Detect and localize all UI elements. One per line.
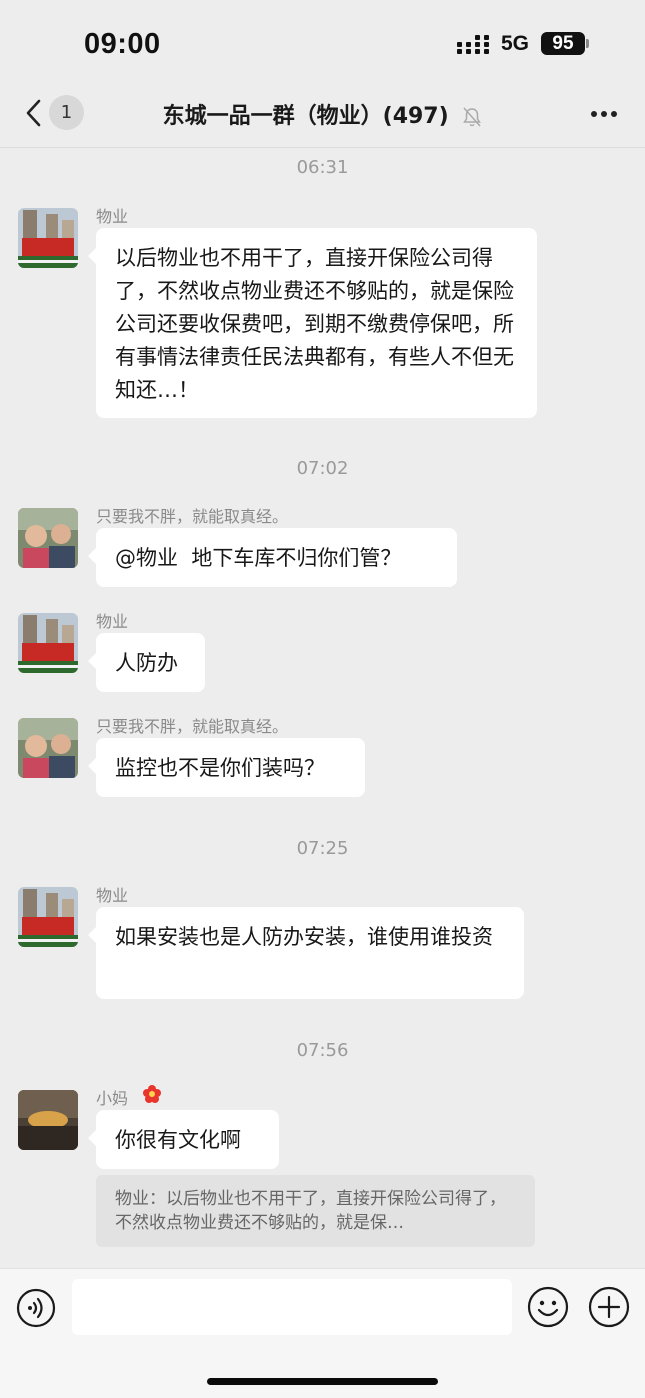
chat-header: 1 东城一品一群（物业）(497) bbox=[0, 90, 645, 148]
timestamp: 06:31 bbox=[296, 157, 349, 178]
sender-name: 只要我不胖，就能取真经。 bbox=[96, 507, 289, 526]
chat-title-text: 东城一品一群（物业）(497) bbox=[162, 104, 449, 129]
avatar-xiaoma[interactable] bbox=[18, 1090, 78, 1150]
message-input[interactable] bbox=[72, 1279, 512, 1335]
sender-name: 只要我不胖，就能取真经。 bbox=[96, 717, 289, 736]
chat-title[interactable]: 东城一品一群（物业）(497) bbox=[0, 98, 645, 130]
emoji-icon bbox=[527, 1286, 569, 1328]
timestamp: 07:25 bbox=[296, 838, 349, 859]
status-time: 09:00 bbox=[84, 28, 161, 60]
voice-button[interactable] bbox=[16, 1288, 56, 1328]
battery-tip bbox=[586, 39, 589, 48]
cellular-signal-icon bbox=[457, 33, 491, 55]
timestamp: 07:56 bbox=[296, 1040, 349, 1061]
message-bubble[interactable]: 如果安装也是人防办安装，谁使用谁投资 bbox=[88, 907, 524, 999]
avatar-property[interactable] bbox=[18, 613, 78, 673]
message-bubble[interactable]: @物业 地下车库不归你们管？ bbox=[88, 528, 457, 587]
message-bubble[interactable]: 人防办 bbox=[88, 633, 205, 692]
property-avatar-image bbox=[18, 887, 78, 947]
xiaoma-avatar-image bbox=[18, 1090, 78, 1150]
quoted-message[interactable]: 物业：以后物业也不用干了，直接开保险公司得了，不然收点物业费还不够贴的，就是保… bbox=[96, 1175, 535, 1247]
message-bubble[interactable]: 以后物业也不用干了，直接开保险公司得了，不然收点物业费还不够贴的，就是保险公司还… bbox=[88, 228, 537, 418]
battery-icon: 95 bbox=[541, 32, 585, 55]
voice-icon bbox=[16, 1288, 56, 1328]
more-icon bbox=[591, 111, 597, 117]
avatar-property[interactable] bbox=[18, 887, 78, 947]
property-avatar-image bbox=[18, 208, 78, 268]
mute-bell-icon bbox=[463, 107, 482, 127]
property-avatar-image bbox=[18, 613, 78, 673]
avatar-user[interactable] bbox=[18, 718, 78, 778]
network-type: 5G bbox=[501, 32, 530, 55]
emoji-button[interactable] bbox=[527, 1286, 569, 1328]
more-button[interactable] bbox=[588, 110, 620, 118]
sender-name: 物业 bbox=[96, 886, 129, 905]
add-button[interactable] bbox=[588, 1286, 630, 1328]
timestamp: 07:02 bbox=[296, 458, 349, 479]
add-icon bbox=[588, 1286, 630, 1328]
avatar-user[interactable] bbox=[18, 508, 78, 568]
avatar-property[interactable] bbox=[18, 208, 78, 268]
user-avatar-image bbox=[18, 508, 78, 568]
message-bubble[interactable]: 监控也不是你们装吗？ bbox=[88, 738, 365, 797]
status-bar: 09:00 5G 95 bbox=[0, 0, 645, 90]
battery-level: 95 bbox=[552, 33, 574, 54]
sender-name: 小妈 bbox=[96, 1089, 129, 1108]
sender-name: 物业 bbox=[96, 612, 129, 631]
home-indicator bbox=[207, 1378, 438, 1385]
message-bubble[interactable]: 你很有文化啊 bbox=[88, 1110, 279, 1169]
user-avatar-image bbox=[18, 718, 78, 778]
flower-badge-icon bbox=[143, 1085, 161, 1103]
sender-name: 物业 bbox=[96, 207, 129, 226]
